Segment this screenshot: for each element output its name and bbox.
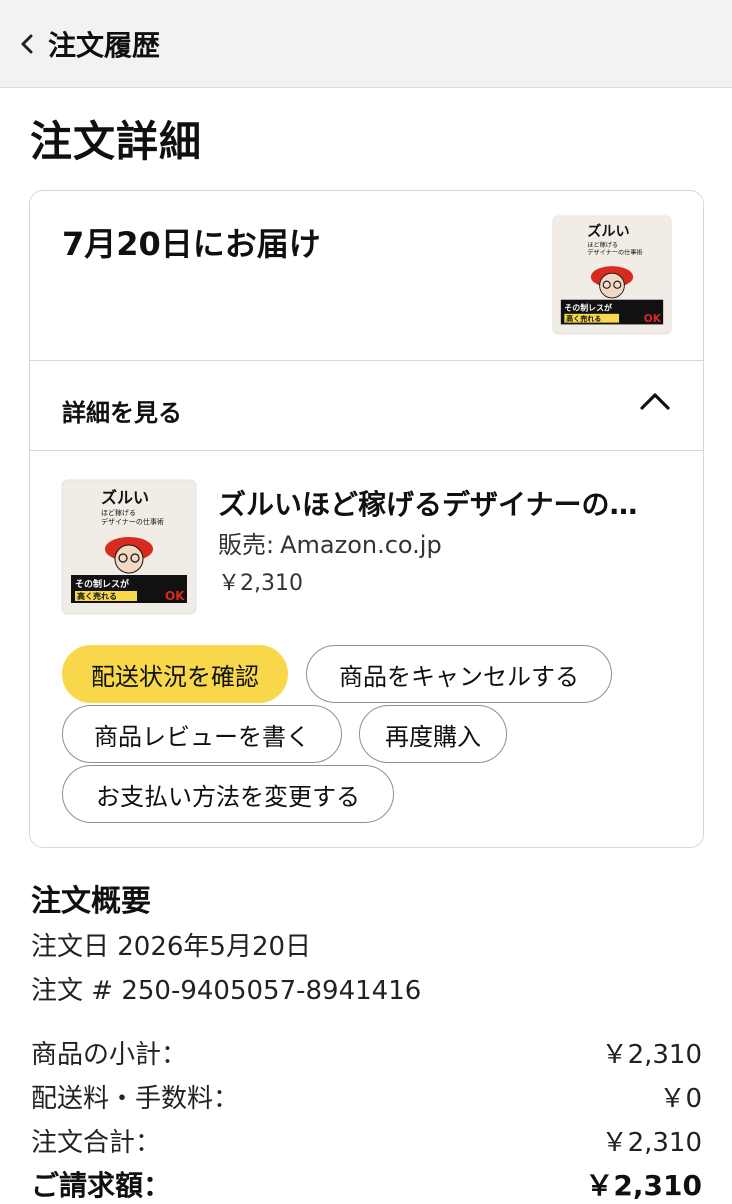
product-thumbnail[interactable]: ズルい ほど稼げる デザイナーの仕事術 その制レスが 高く売れる OK (552, 215, 672, 335)
details-toggle[interactable]: 詳細を見る (30, 361, 703, 451)
summary-row-total: 注文合計： ￥2,310 (31, 1122, 702, 1159)
cover-ok: OK (644, 313, 662, 325)
write-review-button[interactable]: 商品レビューを書く (62, 705, 342, 763)
cover-subtitle: ほど稼げる (101, 508, 136, 517)
cover-banner-text: その制レスが (75, 578, 130, 590)
cover-subtitle-2: デザイナーの仕事術 (587, 249, 642, 257)
delivery-section: 7月20日にお届け ズルい ほど稼げる デザイナーの仕事術 その制レスが 高く売… (30, 191, 703, 361)
cover-subtitle: ほど稼げる (587, 241, 618, 249)
seller-value: Amazon.co.jp (280, 531, 442, 559)
summary-row-billed: ご請求額： ￥2,310 (31, 1164, 702, 1204)
chevron-left-icon (20, 34, 34, 54)
summary-row-label: 商品の小計： (31, 1040, 188, 1070)
summary-title: 注文概要 (31, 884, 151, 919)
cover-banner-text-2: 高く売れる (566, 314, 601, 323)
cover-title: ズルい (101, 488, 149, 507)
cover-banner-text: その制レスが (564, 302, 612, 312)
item-thumbnail[interactable]: ズルい ほど稼げる デザイナーの仕事術 その制レスが 高く売れる OK (61, 479, 197, 615)
summary-row-label: 配送料・手数料： (31, 1084, 240, 1114)
change-payment-button[interactable]: お支払い方法を変更する (62, 765, 394, 823)
buy-again-button[interactable]: 再度購入 (359, 705, 507, 763)
summary-row-label: ご請求額： (31, 1169, 172, 1202)
summary-row-value: ￥0 (659, 1084, 702, 1114)
summary-row-label: 注文合計： (31, 1128, 162, 1158)
seller-info: 販売: Amazon.co.jp (218, 525, 442, 560)
item-price: ￥2,310 (218, 571, 303, 596)
cover-subtitle-2: デザイナーの仕事術 (101, 517, 164, 526)
page-title: 注文詳細 (30, 117, 203, 166)
summary-row-value: ￥2,310 (601, 1040, 702, 1070)
chevron-up-icon (639, 391, 671, 415)
seller-label: 販売: (218, 531, 275, 559)
shipment-card: 7月20日にお届け ズルい ほど稼げる デザイナーの仕事術 その制レスが 高く売… (29, 190, 704, 848)
summary-row-subtotal: 商品の小計： ￥2,310 (31, 1034, 702, 1071)
item-title-link[interactable]: ズルいほど稼げるデザイナーの… (218, 483, 678, 523)
order-number: 注文 # 250-9405057-8941416 (31, 976, 422, 1006)
cover-ok: OK (165, 589, 185, 603)
back-label: 注文履歴 (48, 29, 161, 62)
order-date: 注文日 2026年5月20日 (31, 932, 312, 962)
back-to-order-history[interactable]: 注文履歴 (20, 22, 160, 66)
track-package-button[interactable]: 配送状況を確認 (62, 645, 288, 703)
delivery-date: 7月20日にお届け (62, 225, 321, 263)
cover-banner-text-2: 高く売れる (77, 591, 117, 601)
summary-row-shipping: 配送料・手数料： ￥0 (31, 1078, 702, 1115)
summary-row-value: ￥2,310 (601, 1128, 702, 1158)
top-bar: 注文履歴 (0, 0, 732, 88)
summary-row-value: ￥2,310 (585, 1169, 702, 1202)
cancel-item-button[interactable]: 商品をキャンセルする (306, 645, 612, 703)
cover-title: ズルい (587, 223, 629, 240)
details-toggle-label: 詳細を見る (62, 399, 182, 427)
